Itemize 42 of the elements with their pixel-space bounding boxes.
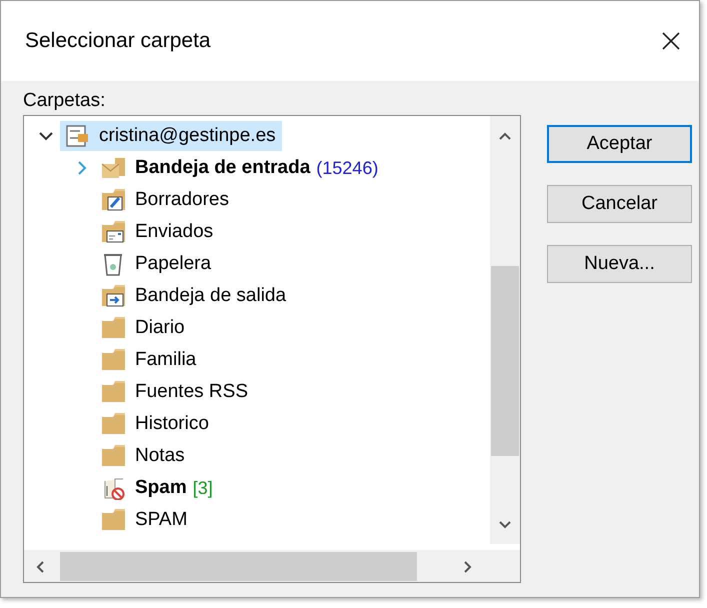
tree-item[interactable]: Diario [96, 313, 191, 343]
tree-item[interactable]: SPAM [96, 505, 194, 535]
dialog-button[interactable]: Cancelar [547, 185, 692, 223]
tree-item[interactable]: Fuentes RSS [96, 377, 254, 407]
tree-item[interactable]: Spam [96, 473, 193, 503]
scroll-right-icon[interactable] [464, 561, 472, 573]
folder-icon [101, 508, 126, 532]
scroll-left-icon[interactable] [36, 561, 44, 573]
scroll-down-icon[interactable] [499, 521, 511, 529]
envelope-folder-icon [101, 156, 126, 180]
tree-item[interactable]: Bandeja de salida [96, 281, 292, 311]
dialog-button[interactable]: Aceptar [547, 125, 692, 163]
expand-icon[interactable] [77, 161, 87, 175]
dialog-button[interactable]: Nueva... [547, 245, 692, 283]
arrow-folder-icon [101, 284, 126, 308]
tree-item[interactable]: Notas [96, 441, 191, 471]
tree-item[interactable]: Borradores [96, 185, 235, 215]
folders-label: Carpetas: [23, 89, 106, 113]
pencil-folder-icon [101, 188, 126, 212]
drawer-icon [65, 124, 90, 148]
vertical-scrollbar[interactable] [490, 116, 520, 544]
collapse-icon[interactable] [39, 131, 53, 141]
folder-icon [101, 348, 126, 372]
scroll-up-icon[interactable] [499, 132, 511, 140]
tree-item[interactable]: Familia [96, 345, 202, 375]
close-icon[interactable] [661, 31, 681, 51]
tree-item[interactable]: Enviados [96, 217, 220, 247]
envelope-folder-icon [101, 220, 126, 244]
tree-item[interactable]: Papelera [96, 249, 218, 279]
tree-item[interactable]: Historico [96, 409, 215, 439]
tree-item[interactable]: Bandeja de entrada [96, 153, 316, 183]
item-count: (15246) [316, 156, 378, 180]
window-title: Seleccionar carpeta [25, 28, 211, 54]
folder-icon [101, 380, 126, 404]
horizontal-scrollbar[interactable] [24, 550, 520, 582]
scroll-thumb[interactable] [60, 552, 417, 581]
item-count: [3] [192, 476, 213, 500]
scroll-thumb[interactable] [491, 266, 519, 456]
folder-icon [101, 412, 126, 436]
folder-icon [101, 444, 126, 468]
folder-icon [101, 316, 126, 340]
tree-item[interactable]: cristina@gestinpe.es [60, 121, 282, 151]
